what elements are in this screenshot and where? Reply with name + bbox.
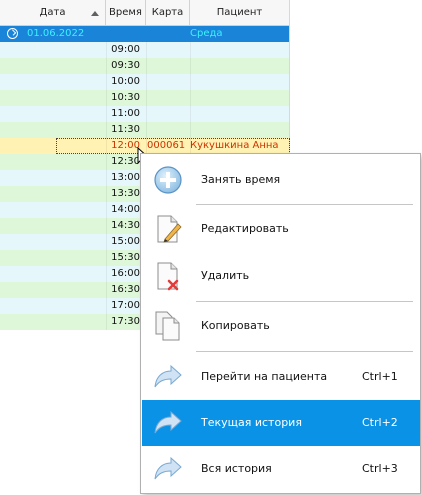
context-menu: Занять время Редактировать Удалить Копир… [140, 153, 421, 494]
column-divider [146, 90, 147, 106]
arrow-right-icon [154, 364, 182, 388]
cell-time: 10:00 [111, 76, 140, 87]
cell-time: 10:30 [111, 92, 140, 103]
cell-time: 11:00 [111, 108, 140, 119]
column-divider [146, 74, 147, 90]
column-header-time[interactable]: Время [106, 0, 146, 25]
table-row[interactable]: 10:00 [0, 74, 289, 90]
cell-time: 14:30 [111, 220, 140, 231]
table-row[interactable]: 09:00 [0, 42, 289, 58]
menu-item-label: Текущая история [201, 416, 302, 429]
column-header-patient[interactable]: Пациент [190, 0, 289, 25]
menu-item-shortcut: Ctrl+3 [362, 462, 398, 475]
menu-item-edit[interactable]: Редактировать [142, 206, 420, 252]
edit-document-icon [157, 215, 182, 243]
column-divider [190, 122, 191, 138]
menu-item-copy[interactable]: Копировать [142, 303, 420, 349]
menu-item-label: Вся история [201, 462, 272, 475]
group-date: 01.06.2022 [27, 28, 85, 39]
cell-time: 12:30 [111, 156, 140, 167]
column-divider [190, 42, 191, 58]
focus-rectangle [56, 138, 290, 154]
menu-item-all-history[interactable]: Вся история Ctrl+3 [142, 446, 420, 492]
cell-time: 16:00 [111, 268, 140, 279]
group-row-date[interactable]: 01.06.2022 Среда [0, 26, 289, 42]
cell-time: 11:30 [111, 124, 140, 135]
cell-time: 13:30 [111, 188, 140, 199]
cell-time: 17:30 [111, 316, 140, 327]
cell-time: 13:00 [111, 172, 140, 183]
copy-document-icon [155, 311, 180, 341]
column-divider [190, 74, 191, 90]
menu-item-shortcut: Ctrl+1 [362, 370, 398, 383]
column-header-date[interactable]: Дата [0, 0, 106, 25]
column-divider [190, 58, 191, 74]
group-weekday: Среда [190, 28, 223, 39]
menu-item-label: Занять время [201, 173, 281, 186]
column-divider [190, 106, 191, 122]
cell-time: 15:30 [111, 252, 140, 263]
collapse-group-icon[interactable] [7, 28, 18, 39]
column-divider [146, 42, 147, 58]
cell-time: 17:00 [111, 300, 140, 311]
menu-item-book-time[interactable]: Занять время [142, 157, 420, 203]
table-row[interactable]: 10:30 [0, 90, 289, 106]
grid-header: Дата Время Карта Пациент [0, 0, 289, 26]
menu-item-label: Удалить [201, 269, 250, 282]
delete-document-icon [157, 262, 179, 291]
sort-ascending-icon [91, 11, 99, 16]
cell-time: 16:30 [111, 284, 140, 295]
cell-time: 15:00 [111, 236, 140, 247]
table-row[interactable]: 11:30 [0, 122, 289, 138]
menu-item-current-history[interactable]: Текущая история Ctrl+2 [142, 400, 420, 446]
menu-separator [196, 204, 413, 205]
plus-circle-icon [154, 166, 182, 194]
menu-item-shortcut: Ctrl+2 [362, 416, 398, 429]
table-row[interactable]: 09:30 [0, 58, 289, 74]
cell-time: 09:30 [111, 60, 140, 71]
column-header-card[interactable]: Карта [146, 0, 190, 25]
menu-item-label: Редактировать [201, 222, 289, 235]
menu-item-delete[interactable]: Удалить [142, 253, 420, 299]
column-divider [190, 90, 191, 106]
cell-time: 09:00 [111, 44, 140, 55]
column-divider [146, 122, 147, 138]
arrow-right-icon [154, 456, 182, 480]
table-row[interactable]: 11:00 [0, 106, 289, 122]
cell-time: 14:00 [111, 204, 140, 215]
column-divider [146, 106, 147, 122]
menu-item-label: Копировать [201, 319, 270, 332]
menu-item-label: Перейти на пациента [201, 370, 328, 383]
arrow-right-icon [154, 410, 182, 434]
column-header-date-label: Дата [39, 7, 66, 18]
menu-separator [196, 351, 413, 352]
column-divider [146, 58, 147, 74]
menu-item-go-to-patient[interactable]: Перейти на пациента Ctrl+1 [142, 354, 420, 400]
menu-separator [196, 301, 413, 302]
